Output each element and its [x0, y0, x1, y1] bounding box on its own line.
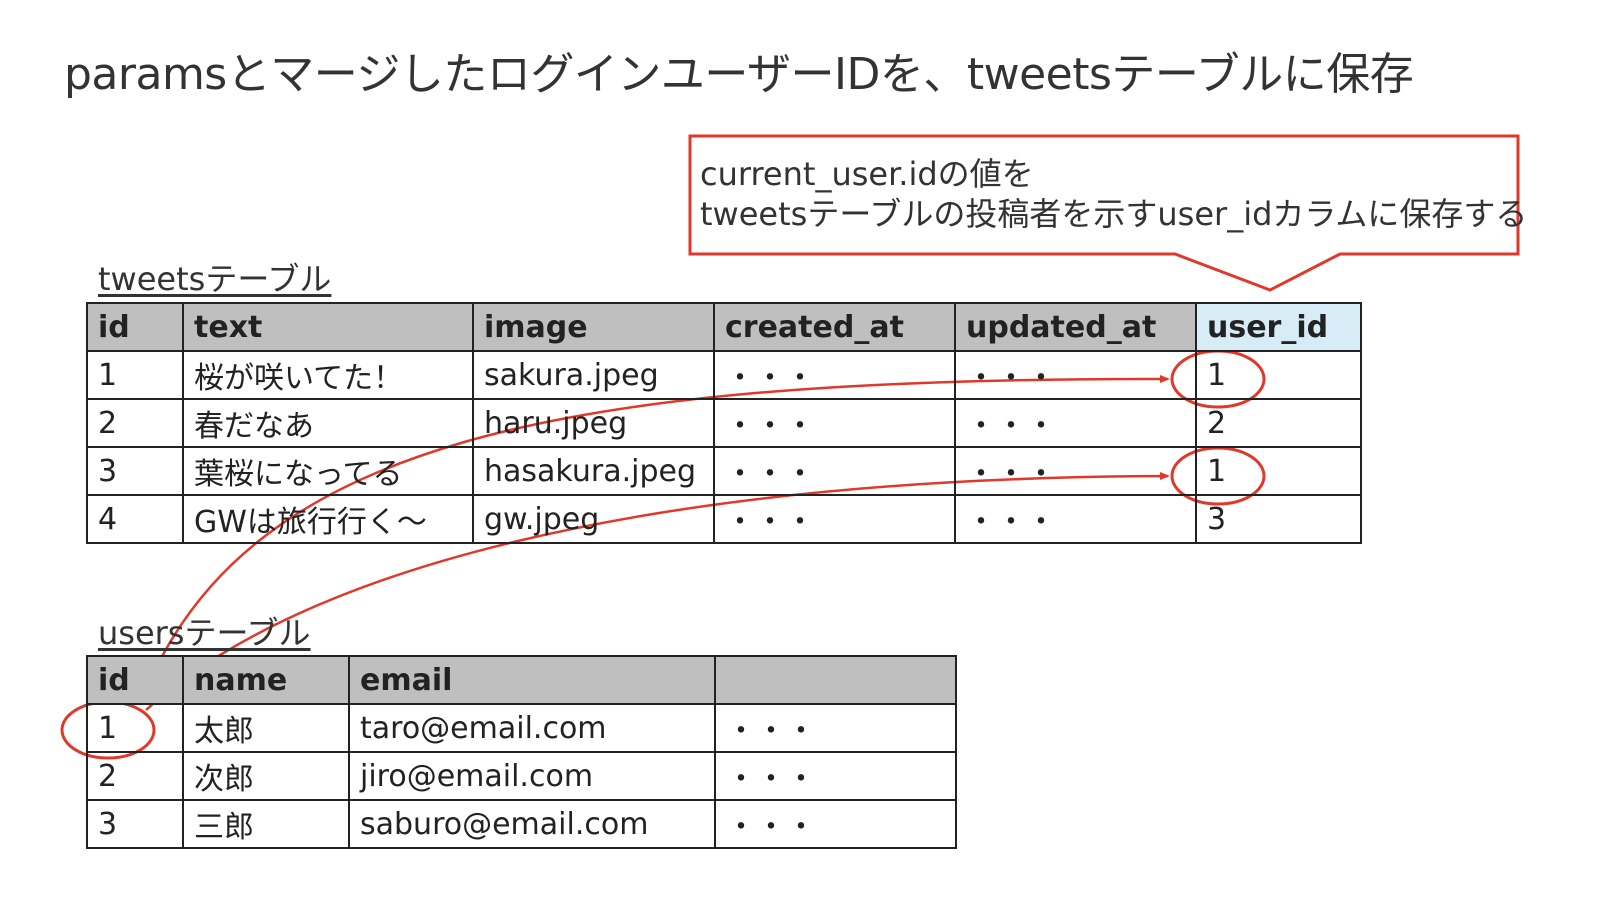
- callout-line-2: tweetsテーブルの投稿者を示すuser_idカラムに保存する: [700, 195, 1528, 233]
- cell-created-at: ・・・: [713, 350, 956, 400]
- cell-user-id: 1: [1195, 350, 1362, 400]
- cell-created-at: ・・・: [713, 398, 956, 448]
- cell-name: 三郎: [182, 799, 350, 849]
- table-row: 3 三郎 saburo@email.com ・・・: [86, 799, 957, 849]
- header-blank: [714, 655, 957, 705]
- cell-updated-at: ・・・: [954, 446, 1197, 496]
- tweets-table-caption: tweetsテーブル: [98, 260, 332, 298]
- cell-image: haru.jpeg: [472, 398, 715, 448]
- cell-updated-at: ・・・: [954, 350, 1197, 400]
- cell-id: 2: [86, 398, 184, 448]
- cell-user-id: 1: [1195, 446, 1362, 496]
- cell-image: hasakura.jpeg: [472, 446, 715, 496]
- cell-more: ・・・: [714, 751, 957, 801]
- callout-text: current_user.idの値を tweetsテーブルの投稿者を示すuser…: [700, 154, 1527, 234]
- cell-text: 桜が咲いてた！: [182, 350, 474, 400]
- cell-id: 3: [86, 799, 184, 849]
- table-row: 1 太郎 taro@email.com ・・・: [86, 703, 957, 753]
- cell-text: 葉桜になってる: [182, 446, 474, 496]
- cell-created-at: ・・・: [713, 446, 956, 496]
- cell-text: 春だなあ: [182, 398, 474, 448]
- cell-email: saburo@email.com: [348, 799, 716, 849]
- cell-more: ・・・: [714, 799, 957, 849]
- cell-email: taro@email.com: [348, 703, 716, 753]
- cell-updated-at: ・・・: [954, 494, 1197, 544]
- cell-image: sakura.jpeg: [472, 350, 715, 400]
- cell-name: 太郎: [182, 703, 350, 753]
- cell-id: 4: [86, 494, 184, 544]
- cell-name: 次郎: [182, 751, 350, 801]
- cell-updated-at: ・・・: [954, 398, 1197, 448]
- cell-image: gw.jpeg: [472, 494, 715, 544]
- table-header-row: id text image created_at updated_at user…: [86, 302, 1362, 352]
- cell-email: jiro@email.com: [348, 751, 716, 801]
- cell-more: ・・・: [714, 703, 957, 753]
- table-row: 4 GWは旅行行く〜 gw.jpeg ・・・ ・・・ 3: [86, 494, 1362, 544]
- header-user-id: user_id: [1195, 302, 1362, 352]
- callout-line-1: current_user.idの値を: [700, 155, 1034, 193]
- cell-id: 1: [86, 703, 184, 753]
- cell-id: 2: [86, 751, 184, 801]
- header-id: id: [86, 655, 184, 705]
- header-updated-at: updated_at: [954, 302, 1197, 352]
- cell-created-at: ・・・: [713, 494, 956, 544]
- table-row: 2 春だなあ haru.jpeg ・・・ ・・・ 2: [86, 398, 1362, 448]
- header-image: image: [472, 302, 715, 352]
- users-table: id name email 1 太郎 taro@email.com ・・・ 2 …: [86, 655, 957, 849]
- header-email: email: [348, 655, 716, 705]
- header-name: name: [182, 655, 350, 705]
- table-row: 1 桜が咲いてた！ sakura.jpeg ・・・ ・・・ 1: [86, 350, 1362, 400]
- table-header-row: id name email: [86, 655, 957, 705]
- table-row: 2 次郎 jiro@email.com ・・・: [86, 751, 957, 801]
- cell-id: 1: [86, 350, 184, 400]
- cell-text: GWは旅行行く〜: [182, 494, 474, 544]
- header-created-at: created_at: [713, 302, 956, 352]
- slide-title: paramsとマージしたログインユーザーIDを、tweetsテーブルに保存: [64, 49, 1414, 100]
- header-id: id: [86, 302, 184, 352]
- cell-user-id: 2: [1195, 398, 1362, 448]
- cell-user-id: 3: [1195, 494, 1362, 544]
- header-text: text: [182, 302, 474, 352]
- tweets-table: id text image created_at updated_at user…: [86, 302, 1362, 544]
- users-table-caption: usersテーブル: [98, 614, 311, 652]
- table-row: 3 葉桜になってる hasakura.jpeg ・・・ ・・・ 1: [86, 446, 1362, 496]
- cell-id: 3: [86, 446, 184, 496]
